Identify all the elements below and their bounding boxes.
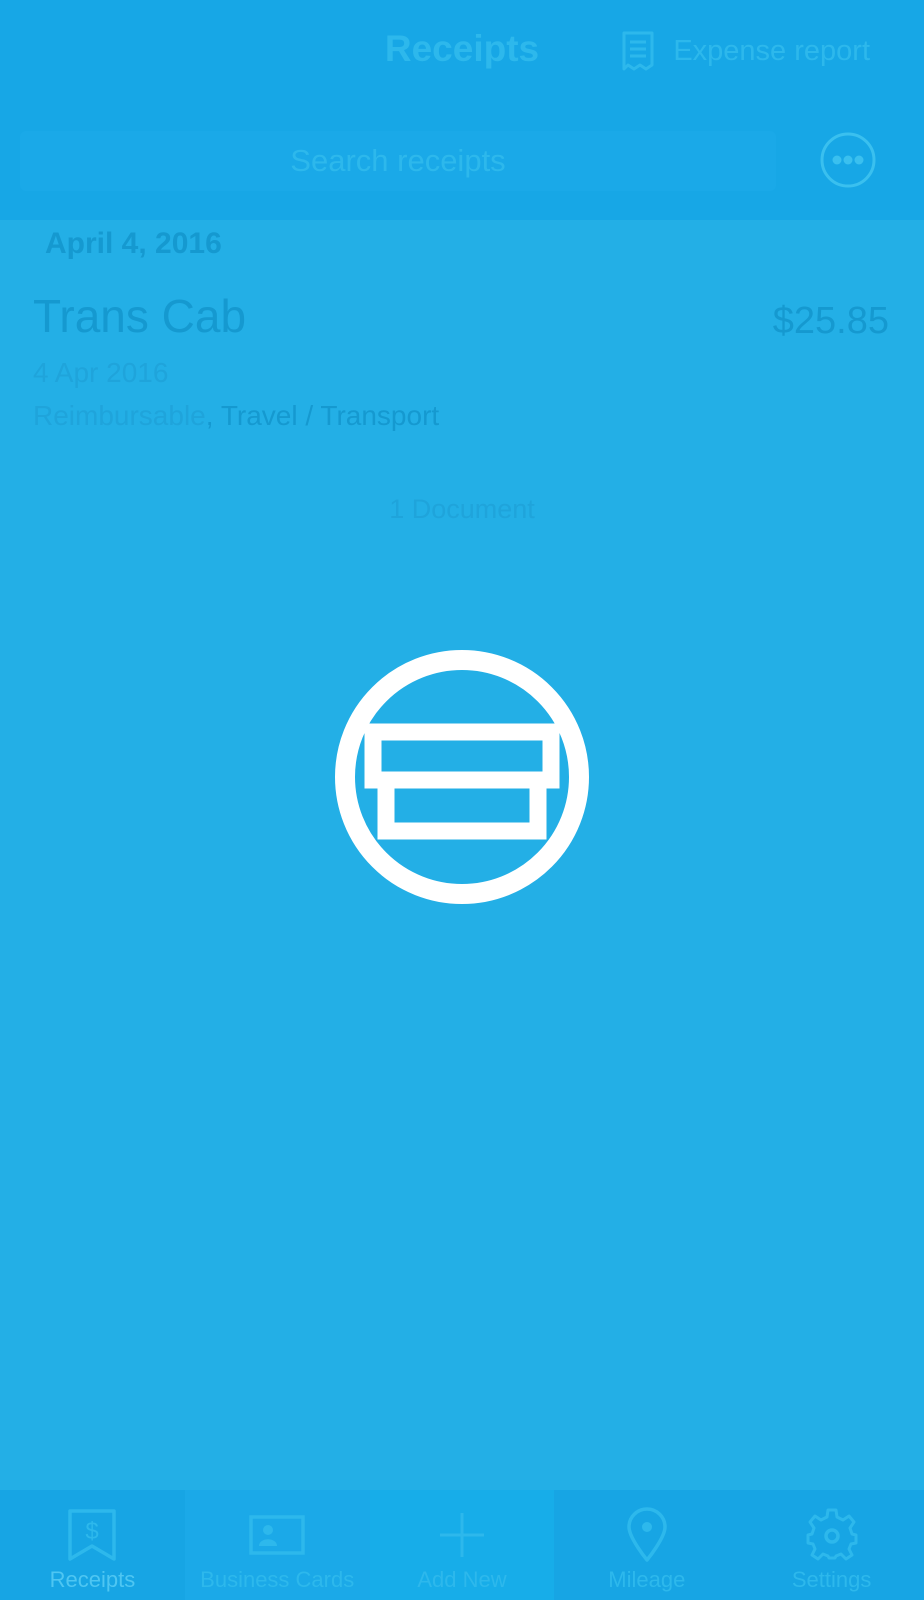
receipt-date: 4 Apr 2016: [33, 357, 169, 388]
top-header: Receipts Expense report Search receipts: [0, 0, 924, 220]
receipt-amount: $25.85: [772, 300, 889, 342]
expense-report-button[interactable]: Expense report: [621, 30, 870, 72]
tab-mileage[interactable]: Mileage: [554, 1490, 740, 1600]
gear-icon: [802, 1506, 862, 1564]
tab-label: Business Cards: [200, 1567, 355, 1592]
receipt-dollar-icon: $: [62, 1506, 122, 1564]
tab-receipts[interactable]: $ Receipts: [0, 1490, 185, 1600]
receipt-merchant: Trans Cab: [33, 290, 247, 342]
bottom-tab-bar: $ Receipts Business Cards Add New Mileag…: [0, 1490, 924, 1600]
receipt-tag-category: Travel / Transport: [220, 400, 440, 431]
section-date-header: April 4, 2016: [45, 227, 222, 260]
tab-label: Add New: [417, 1567, 507, 1592]
plus-icon: [432, 1506, 492, 1564]
document-count: 1 Document: [389, 494, 535, 524]
svg-text:$: $: [86, 1518, 99, 1545]
document-list-icon: [621, 31, 655, 71]
tab-business-cards[interactable]: Business Cards: [184, 1490, 370, 1600]
expense-report-label: Expense report: [673, 34, 870, 67]
location-pin-icon: [617, 1506, 677, 1564]
archive-box-icon: [335, 650, 589, 904]
more-dots-icon: [820, 132, 876, 188]
receipt-tags: Reimbursable, Travel / Transport: [33, 400, 439, 432]
tab-label: Mileage: [608, 1567, 686, 1592]
business-card-icon: [247, 1506, 307, 1564]
search-input[interactable]: Search receipts: [20, 131, 776, 191]
more-options-button[interactable]: [820, 132, 876, 188]
tab-label: Receipts: [49, 1567, 136, 1592]
tab-settings[interactable]: Settings: [739, 1490, 924, 1600]
receipt-tag-reimbursable: Reimbursable: [33, 400, 206, 431]
tab-add-new[interactable]: Add New: [369, 1490, 555, 1600]
tag-separator: ,: [205, 400, 221, 431]
tab-label: Settings: [791, 1567, 872, 1592]
